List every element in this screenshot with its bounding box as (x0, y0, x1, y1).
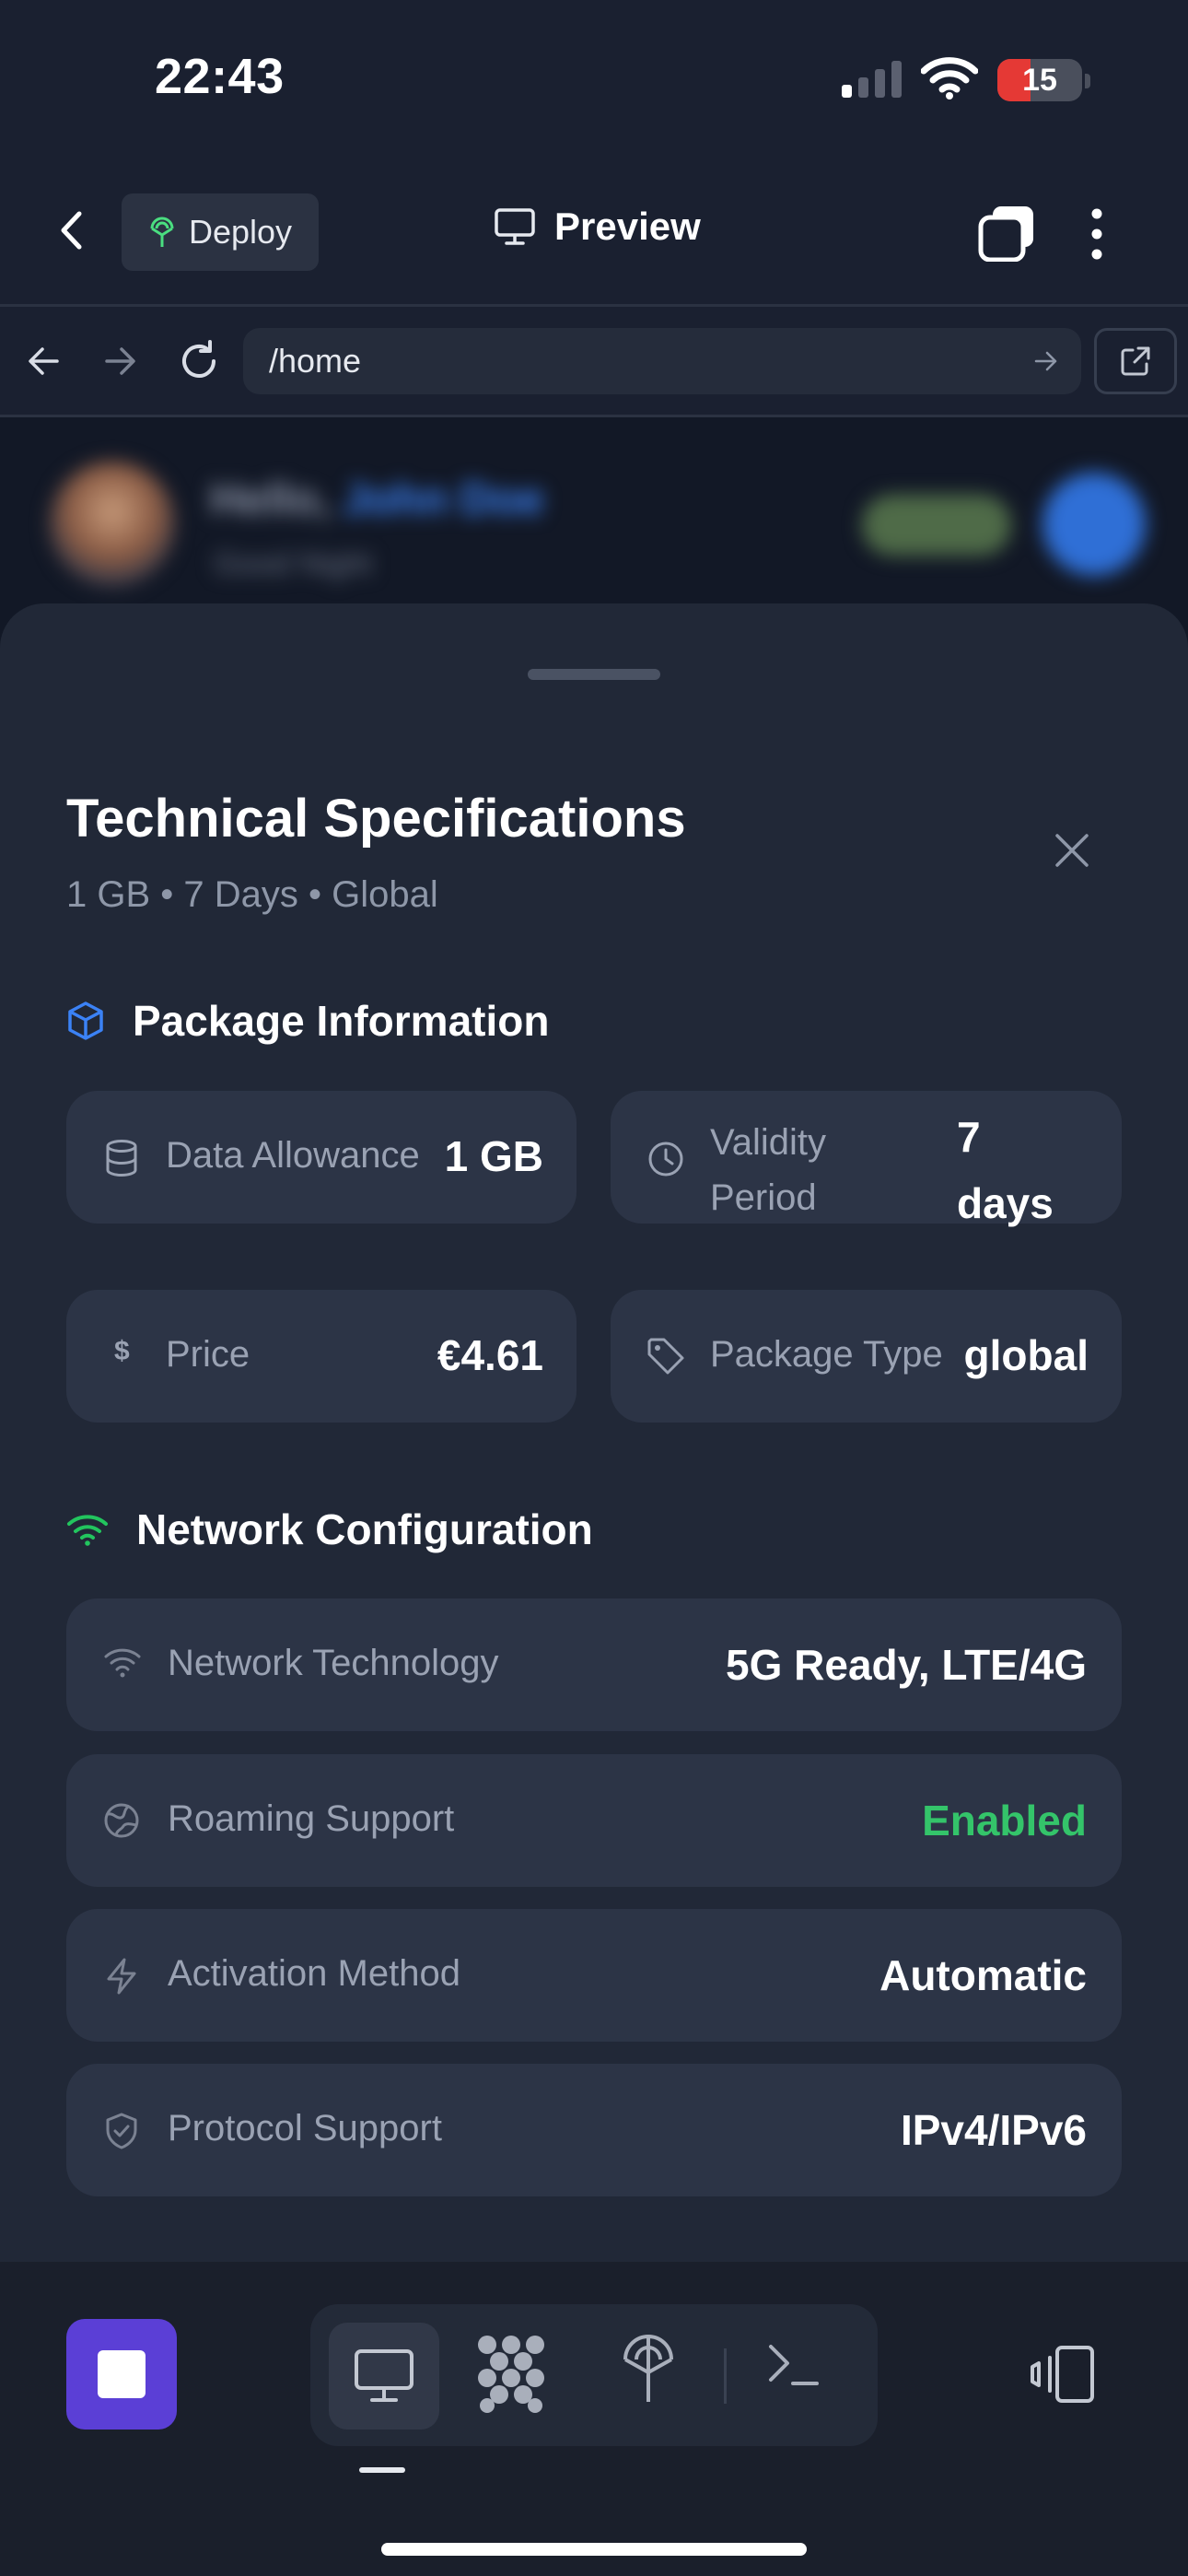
roaming-support-value: Enabled (922, 1797, 1087, 1844)
profile-badge (1042, 473, 1146, 576)
status-pill (862, 495, 1011, 556)
section-title: Package Information (133, 997, 550, 1045)
validity-label-line2: Period (710, 1177, 817, 1218)
activation-method-label: Activation Method (168, 1953, 460, 1994)
close-button[interactable] (1046, 825, 1098, 876)
globe-icon (103, 1802, 140, 1839)
price-value: €4.61 (437, 1331, 543, 1379)
wifi-icon (66, 1513, 109, 1546)
package-information-heading: Package Information (66, 996, 549, 1046)
toolbar-separator (724, 2348, 727, 2404)
network-technology-label: Network Technology (168, 1643, 499, 1683)
bottom-toolbar (0, 2262, 1188, 2576)
cube-icon (66, 1001, 105, 1041)
url-go-icon[interactable] (1033, 348, 1059, 374)
roaming-support-row: Roaming Support Enabled (66, 1754, 1122, 1887)
tag-icon (646, 1336, 686, 1376)
tabs-icon[interactable] (978, 205, 1035, 262)
data-allowance-value: 1 GB (444, 1132, 543, 1180)
section-title: Network Configuration (136, 1505, 593, 1553)
validity-period-card: Validity Period 7 days (611, 1091, 1122, 1227)
avatar (50, 462, 175, 587)
active-tab-indicator (359, 2467, 405, 2473)
url-bar[interactable]: /home (243, 328, 1081, 394)
protocol-support-row: Protocol Support IPv4/IPv6 (66, 2064, 1122, 2196)
price-card: $ Price €4.61 (66, 1290, 577, 1423)
stop-icon (98, 2350, 146, 2398)
battery-cap (1085, 74, 1090, 88)
monitor-icon (354, 2348, 414, 2404)
validity-value-line2: days (957, 1179, 1054, 1227)
back-icon[interactable] (59, 210, 83, 251)
network-configuration-heading: Network Configuration (66, 1505, 593, 1554)
preview-title: Preview (494, 205, 701, 249)
header-divider (0, 304, 1188, 307)
lightning-icon (103, 1957, 140, 1996)
specifications-sheet: Technical Specifications 1 GB • 7 Days •… (0, 603, 1188, 2262)
arrow-left-icon[interactable] (26, 343, 63, 380)
roaming-support-label: Roaming Support (168, 1798, 455, 1839)
user-name: John Doe (343, 475, 544, 524)
devices-icon[interactable] (1030, 2345, 1098, 2404)
validity-value-line1: 7 (957, 1113, 981, 1161)
close-icon (1054, 832, 1090, 869)
page-title: Preview (554, 205, 701, 248)
deploy-antenna-icon (148, 217, 176, 248)
more-vertical-icon[interactable] (1090, 208, 1103, 260)
arrow-right-icon[interactable] (101, 343, 138, 380)
battery-level: 15 (1022, 63, 1057, 98)
battery-charging-icon: 15 (997, 59, 1082, 101)
price-label: Price (166, 1334, 250, 1375)
wifi-icon (921, 57, 978, 100)
greeting-text: Hello, (210, 475, 331, 524)
activation-method-row: Activation Method Automatic (66, 1909, 1122, 2042)
protocol-support-value: IPv4/IPv6 (900, 2106, 1087, 2154)
validity-value: 7 days (957, 1104, 1054, 1236)
clock-icon (647, 1141, 684, 1177)
status-time: 22:43 (155, 49, 285, 104)
deploy-label: Deploy (188, 213, 293, 251)
wifi-icon (103, 1646, 142, 1678)
dollar-icon: $ (114, 1336, 130, 1366)
package-type-value: global (963, 1331, 1089, 1379)
database-icon (105, 1139, 138, 1177)
home-indicator[interactable] (381, 2543, 807, 2556)
network-technology-row: Network Technology 5G Ready, LTE/4G (66, 1598, 1122, 1731)
monitor-icon (494, 207, 536, 246)
protocol-support-label: Protocol Support (168, 2108, 442, 2149)
package-type-card: Package Type global (611, 1290, 1122, 1423)
apps-icon[interactable] (474, 2332, 548, 2415)
data-allowance-label: Data Allowance (166, 1135, 420, 1176)
package-type-label: Package Type (710, 1334, 943, 1375)
external-link-button[interactable] (1094, 328, 1177, 394)
deploy-antenna-icon[interactable] (620, 2332, 677, 2409)
external-link-icon (1119, 345, 1152, 378)
signal-icon (842, 61, 904, 98)
activation-method-value: Automatic (879, 1951, 1087, 1999)
greeting: Hello, John Doe (210, 474, 544, 525)
validity-label: Validity Period (710, 1115, 826, 1225)
deploy-button[interactable]: Deploy (122, 193, 319, 271)
sheet-subtitle: 1 GB • 7 Days • Global (66, 874, 438, 915)
validity-label-line1: Validity (710, 1122, 826, 1163)
greeting-subtitle: Good Night (214, 546, 372, 581)
drag-handle[interactable] (528, 669, 660, 680)
url-input[interactable]: /home (269, 328, 361, 394)
tool-group (310, 2304, 878, 2446)
terminal-icon[interactable] (765, 2337, 822, 2393)
network-technology-value: 5G Ready, LTE/4G (726, 1641, 1087, 1689)
reload-icon[interactable] (177, 339, 221, 383)
stop-button[interactable] (66, 2319, 177, 2430)
shield-check-icon (103, 2112, 140, 2150)
data-allowance-card: Data Allowance 1 GB (66, 1091, 577, 1224)
status-bar: 22:43 15 (0, 0, 1188, 166)
sheet-title: Technical Specifications (66, 789, 686, 849)
tab-preview[interactable] (329, 2323, 439, 2430)
